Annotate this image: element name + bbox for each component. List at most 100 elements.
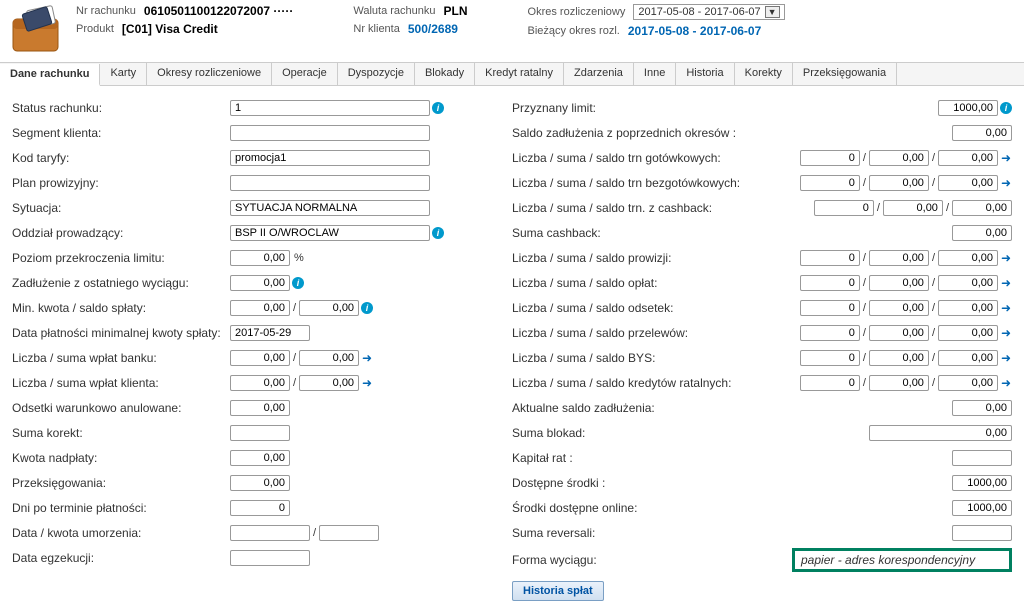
limit-input[interactable] xyxy=(938,100,998,116)
comm-n[interactable] xyxy=(800,250,860,266)
cashback-s[interactable] xyxy=(883,200,943,216)
arrow-right-icon[interactable]: ➜ xyxy=(1000,377,1012,389)
branch-input[interactable] xyxy=(230,225,430,241)
overlimit-input[interactable] xyxy=(230,250,290,266)
curdebt-input[interactable] xyxy=(952,400,1012,416)
rebook-input[interactable] xyxy=(230,475,290,491)
history-button[interactable]: Historia spłat xyxy=(512,581,604,601)
tab-dane-rachunku[interactable]: Dane rachunku xyxy=(0,64,100,86)
capital-input[interactable] xyxy=(952,450,1012,466)
info-icon[interactable]: i xyxy=(432,102,444,114)
arrow-right-icon[interactable]: ➜ xyxy=(1000,277,1012,289)
arrow-right-icon[interactable]: ➜ xyxy=(1000,302,1012,314)
period-dropdown-value: 2017-05-08 - 2017-06-07 xyxy=(638,6,760,18)
bys-n[interactable] xyxy=(800,350,860,366)
bys-label: Liczba / suma / saldo BYS: xyxy=(512,351,792,365)
interest-b[interactable] xyxy=(938,300,998,316)
remission-amt-input[interactable] xyxy=(319,525,379,541)
minamt-label: Min. kwota / saldo spłaty: xyxy=(12,301,230,315)
bys-b[interactable] xyxy=(938,350,998,366)
tab-inne[interactable]: Inne xyxy=(634,63,676,85)
noncash-n[interactable] xyxy=(800,175,860,191)
tab-historia[interactable]: Historia xyxy=(676,63,734,85)
curperiod-value: 2017-05-08 - 2017-06-07 xyxy=(628,24,761,38)
install-b[interactable] xyxy=(938,375,998,391)
condint-input[interactable] xyxy=(230,400,290,416)
situation-input[interactable] xyxy=(230,200,430,216)
rebook-label: Przeksięgowania: xyxy=(12,476,230,490)
arrow-right-icon[interactable]: ➜ xyxy=(1000,327,1012,339)
tab-blokady[interactable]: Blokady xyxy=(415,63,475,85)
status-input[interactable] xyxy=(230,100,430,116)
fees-s[interactable] xyxy=(869,275,929,291)
arrow-right-icon[interactable]: ➜ xyxy=(1000,152,1012,164)
noncash-b[interactable] xyxy=(938,175,998,191)
cash-n[interactable] xyxy=(800,150,860,166)
paydate-input[interactable] xyxy=(230,325,310,341)
segment-input[interactable] xyxy=(230,125,430,141)
fees-n[interactable] xyxy=(800,275,860,291)
fees-b[interactable] xyxy=(938,275,998,291)
avail-input[interactable] xyxy=(952,475,1012,491)
bankpay-input-1[interactable] xyxy=(230,350,290,366)
cashback-n[interactable] xyxy=(814,200,874,216)
arrow-right-icon[interactable]: ➜ xyxy=(361,352,373,364)
daysover-input[interactable] xyxy=(230,500,290,516)
tab-okresy[interactable]: Okresy rozliczeniowe xyxy=(147,63,272,85)
comm-s[interactable] xyxy=(869,250,929,266)
transfers-b[interactable] xyxy=(938,325,998,341)
info-icon[interactable]: i xyxy=(432,227,444,239)
info-icon[interactable]: i xyxy=(292,277,304,289)
arrow-right-icon[interactable]: ➜ xyxy=(1000,352,1012,364)
comm-b[interactable] xyxy=(938,250,998,266)
prevdebt-input[interactable] xyxy=(952,125,1012,141)
execdate-input[interactable] xyxy=(230,550,310,566)
overpay-input[interactable] xyxy=(230,450,290,466)
noncash-s[interactable] xyxy=(869,175,929,191)
transfers-s[interactable] xyxy=(869,325,929,341)
tab-karty[interactable]: Karty xyxy=(100,63,147,85)
cashbacksum-input[interactable] xyxy=(952,225,1012,241)
info-icon[interactable]: i xyxy=(1000,102,1012,114)
tab-przeks[interactable]: Przeksięgowania xyxy=(793,63,897,85)
interest-s[interactable] xyxy=(869,300,929,316)
period-dropdown[interactable]: 2017-05-08 - 2017-06-07 ▼ xyxy=(633,4,784,20)
blocksum-input[interactable] xyxy=(869,425,1012,441)
lastdebt-label: Zadłużenie z ostatniego wyciągu: xyxy=(12,276,230,290)
sumcorr-input[interactable] xyxy=(230,425,290,441)
interest-n[interactable] xyxy=(800,300,860,316)
minamt-input-1[interactable] xyxy=(230,300,290,316)
currency-value: PLN xyxy=(444,4,468,18)
bankpay-input-2[interactable] xyxy=(299,350,359,366)
tariff-input[interactable] xyxy=(230,150,430,166)
arrow-right-icon[interactable]: ➜ xyxy=(1000,177,1012,189)
transfers-n[interactable] xyxy=(800,325,860,341)
commission-input[interactable] xyxy=(230,175,430,191)
tab-zdarzenia[interactable]: Zdarzenia xyxy=(564,63,634,85)
remission-date-input[interactable] xyxy=(230,525,310,541)
clientpay-input-1[interactable] xyxy=(230,375,290,391)
minamt-input-2[interactable] xyxy=(299,300,359,316)
cash-s[interactable] xyxy=(869,150,929,166)
clientpay-input-2[interactable] xyxy=(299,375,359,391)
reversal-input[interactable] xyxy=(952,525,1012,541)
tab-kredyt[interactable]: Kredyt ratalny xyxy=(475,63,564,85)
wallet-icon xyxy=(8,4,68,54)
install-n[interactable] xyxy=(800,375,860,391)
tab-korekty[interactable]: Korekty xyxy=(735,63,793,85)
arrow-right-icon[interactable]: ➜ xyxy=(1000,252,1012,264)
sumcorr-label: Suma korekt: xyxy=(12,426,230,440)
cashback-b[interactable] xyxy=(952,200,1012,216)
acct-value: 0610501100122072007 ····· xyxy=(144,4,293,18)
bys-s[interactable] xyxy=(869,350,929,366)
lastdebt-input[interactable] xyxy=(230,275,290,291)
arrow-right-icon[interactable]: ➜ xyxy=(361,377,373,389)
tab-operacje[interactable]: Operacje xyxy=(272,63,338,85)
availonline-input[interactable] xyxy=(952,500,1012,516)
info-icon[interactable]: i xyxy=(361,302,373,314)
product-value: [C01] Visa Credit xyxy=(122,22,218,36)
header-info: Nr rachunku 0610501100122072007 ····· Pr… xyxy=(76,4,1016,54)
cash-b[interactable] xyxy=(938,150,998,166)
tab-dyspozycje[interactable]: Dyspozycje xyxy=(338,63,415,85)
install-s[interactable] xyxy=(869,375,929,391)
